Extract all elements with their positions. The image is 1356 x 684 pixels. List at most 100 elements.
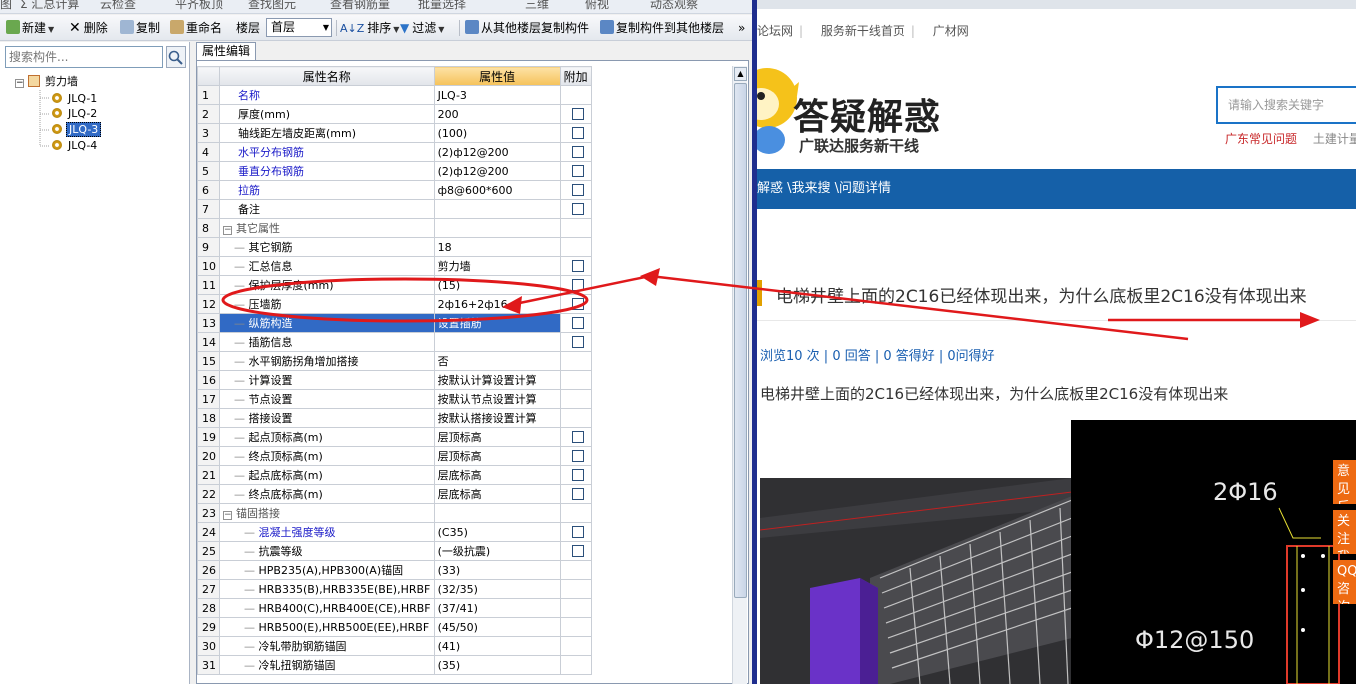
site-search-input[interactable]: 请输入搜索关键字 — [1216, 86, 1356, 124]
extra-checkbox[interactable] — [571, 544, 584, 557]
component-search-input[interactable]: 搜索构件... — [5, 46, 163, 68]
property-value[interactable]: 按默认计算设置计算 — [433, 370, 561, 390]
property-row[interactable]: 10— 汇总信息 剪力墙 — [197, 256, 592, 276]
top-link-home[interactable]: 服务新干线首页 — [821, 24, 905, 38]
property-value[interactable] — [433, 503, 561, 523]
extra-checkbox[interactable] — [571, 278, 584, 291]
property-value[interactable]: (41) — [433, 636, 561, 656]
property-row[interactable]: 6 拉筋 ф8@600*600 — [197, 180, 592, 200]
extra-checkbox[interactable] — [571, 335, 584, 348]
scroll-up-icon[interactable]: ▲ — [734, 67, 747, 81]
property-value[interactable]: 层顶标高 — [433, 446, 561, 466]
property-row[interactable]: 18— 搭接设置 按默认搭接设置计算 — [197, 408, 592, 428]
property-value[interactable]: (45/50) — [433, 617, 561, 637]
collapse-icon[interactable]: − — [223, 511, 232, 520]
extra-checkbox[interactable] — [571, 487, 584, 500]
property-row[interactable]: 22— 终点底标高(m) 层底标高 — [197, 484, 592, 504]
qq-consult-button[interactable]: QQ咨询 — [1333, 560, 1356, 604]
property-value[interactable]: 否 — [433, 351, 561, 371]
extra-checkbox[interactable] — [571, 183, 584, 196]
feedback-button[interactable]: 意见反馈 — [1333, 460, 1356, 504]
filter-button[interactable]: ▼ 过滤 ▼ — [400, 19, 444, 37]
property-value[interactable]: (15) — [433, 275, 561, 295]
copy-to-floor-button[interactable]: 复制构件到其他楼层 — [600, 19, 724, 37]
extra-checkbox[interactable] — [571, 449, 584, 462]
delete-button[interactable]: ✕ 删除 — [69, 19, 108, 37]
property-value[interactable]: (37/41) — [433, 598, 561, 618]
property-row[interactable]: 19— 起点顶标高(m) 层顶标高 — [197, 427, 592, 447]
copy-button[interactable]: 复制 — [120, 19, 160, 37]
property-value[interactable]: 2ф16+2ф16 — [433, 294, 561, 314]
copy-from-floor-button[interactable]: 从其他楼层复制构件 — [465, 19, 589, 37]
property-row[interactable]: 17— 节点设置 按默认节点设置计算 — [197, 389, 592, 409]
follow-us-button[interactable]: 关注我们 — [1333, 510, 1356, 554]
topcut-item[interactable]: 俯视 — [585, 0, 609, 12]
property-grid-scrollbar[interactable]: ▲ — [732, 66, 747, 684]
property-value[interactable]: 200 — [433, 104, 561, 124]
property-row[interactable]: 1 名称 JLQ-3 — [197, 85, 592, 105]
topcut-item[interactable]: 三维 — [525, 0, 549, 12]
property-row[interactable]: 5 垂直分布钢筋 (2)ф12@200 — [197, 161, 592, 181]
extra-checkbox[interactable] — [571, 107, 584, 120]
property-value[interactable]: 层底标高 — [433, 484, 561, 504]
property-row[interactable]: 31— 冷轧扭钢筋锚固 (35) — [197, 655, 592, 675]
extra-checkbox[interactable] — [571, 126, 584, 139]
property-value[interactable]: (32/35) — [433, 579, 561, 599]
extra-checkbox[interactable] — [571, 468, 584, 481]
property-value[interactable] — [433, 199, 561, 219]
sort-button[interactable]: A↓Z 排序 ▼ — [340, 19, 399, 37]
cad-drawing-image[interactable]: 2Φ16 Φ12@150 — [1071, 420, 1356, 684]
extra-checkbox[interactable] — [571, 525, 584, 538]
property-row[interactable]: 28— HRB400(C),HRB400E(CE),HRBF (37/41) — [197, 598, 592, 618]
site-logo[interactable]: 答疑解惑 广联达服务新干线 — [757, 52, 957, 164]
property-value[interactable]: 设置插筋 — [433, 313, 561, 333]
topcut-item[interactable]: 批量选择 — [418, 0, 466, 12]
property-row[interactable]: 26— HPB235(A),HPB300(A)锚固 (33) — [197, 560, 592, 580]
property-value[interactable]: (33) — [433, 560, 561, 580]
property-value[interactable]: 18 — [433, 237, 561, 257]
property-row[interactable]: 23− 锚固搭接 — [197, 503, 592, 523]
scrollbar-thumb[interactable] — [734, 83, 747, 598]
property-value[interactable]: 按默认节点设置计算 — [433, 389, 561, 409]
property-row[interactable]: 12— 压墙筋 2ф16+2ф16 — [197, 294, 592, 314]
property-row[interactable]: 21— 起点底标高(m) 层底标高 — [197, 465, 592, 485]
top-link-material[interactable]: 广材网 — [933, 24, 969, 38]
extra-checkbox[interactable] — [571, 259, 584, 272]
property-row[interactable]: 11— 保护层厚度(mm) (15) — [197, 275, 592, 295]
property-value[interactable] — [433, 218, 561, 238]
collapse-icon[interactable]: − — [223, 226, 232, 235]
new-button[interactable]: 新建 ▼ — [6, 19, 54, 37]
floor-select[interactable]: 首层 ▼ — [266, 18, 332, 37]
property-row[interactable]: 7 备注 — [197, 199, 592, 219]
property-row[interactable]: 16— 计算设置 按默认计算设置计算 — [197, 370, 592, 390]
property-value[interactable]: 层顶标高 — [433, 427, 561, 447]
property-value[interactable]: (35) — [433, 655, 561, 675]
property-value[interactable]: ф8@600*600 — [433, 180, 561, 200]
extra-checkbox[interactable] — [571, 145, 584, 158]
property-value[interactable]: (2)ф12@200 — [433, 142, 561, 162]
topcut-item[interactable]: 图 — [0, 0, 12, 12]
property-value[interactable]: (C35) — [433, 522, 561, 542]
property-row[interactable]: 3 轴线距左墙皮距离(mm) (100) — [197, 123, 592, 143]
property-value[interactable]: 剪力墙 — [433, 256, 561, 276]
property-row[interactable]: 14— 插筋信息 — [197, 332, 592, 352]
property-row[interactable]: 27— HRB335(B),HRB335E(BE),HRBF (32/35) — [197, 579, 592, 599]
extra-checkbox[interactable] — [571, 202, 584, 215]
property-value[interactable]: (100) — [433, 123, 561, 143]
tab-property-editor[interactable]: 属性编辑 — [196, 42, 256, 60]
rename-button[interactable]: 重命名 — [170, 19, 222, 37]
property-value[interactable]: (2)ф12@200 — [433, 161, 561, 181]
extra-checkbox[interactable] — [571, 430, 584, 443]
property-value[interactable]: (一级抗震) — [433, 541, 561, 561]
property-value[interactable]: 层底标高 — [433, 465, 561, 485]
topcut-item[interactable]: 查看钢筋量 — [330, 0, 390, 12]
search-button[interactable] — [166, 46, 186, 68]
hot-link-guangdong[interactable]: 广东常见问题 — [1225, 132, 1297, 146]
property-row[interactable]: 25— 抗震等级 (一级抗震) — [197, 541, 592, 561]
property-value[interactable]: JLQ-3 — [433, 85, 561, 105]
topcut-item[interactable]: 云检查 — [100, 0, 136, 12]
property-row[interactable]: 8− 其它属性 — [197, 218, 592, 238]
breadcrumb[interactable]: 解惑 \我来搜 \问题详情 — [757, 181, 891, 196]
extra-checkbox[interactable] — [571, 164, 584, 177]
extra-checkbox[interactable] — [571, 297, 584, 310]
